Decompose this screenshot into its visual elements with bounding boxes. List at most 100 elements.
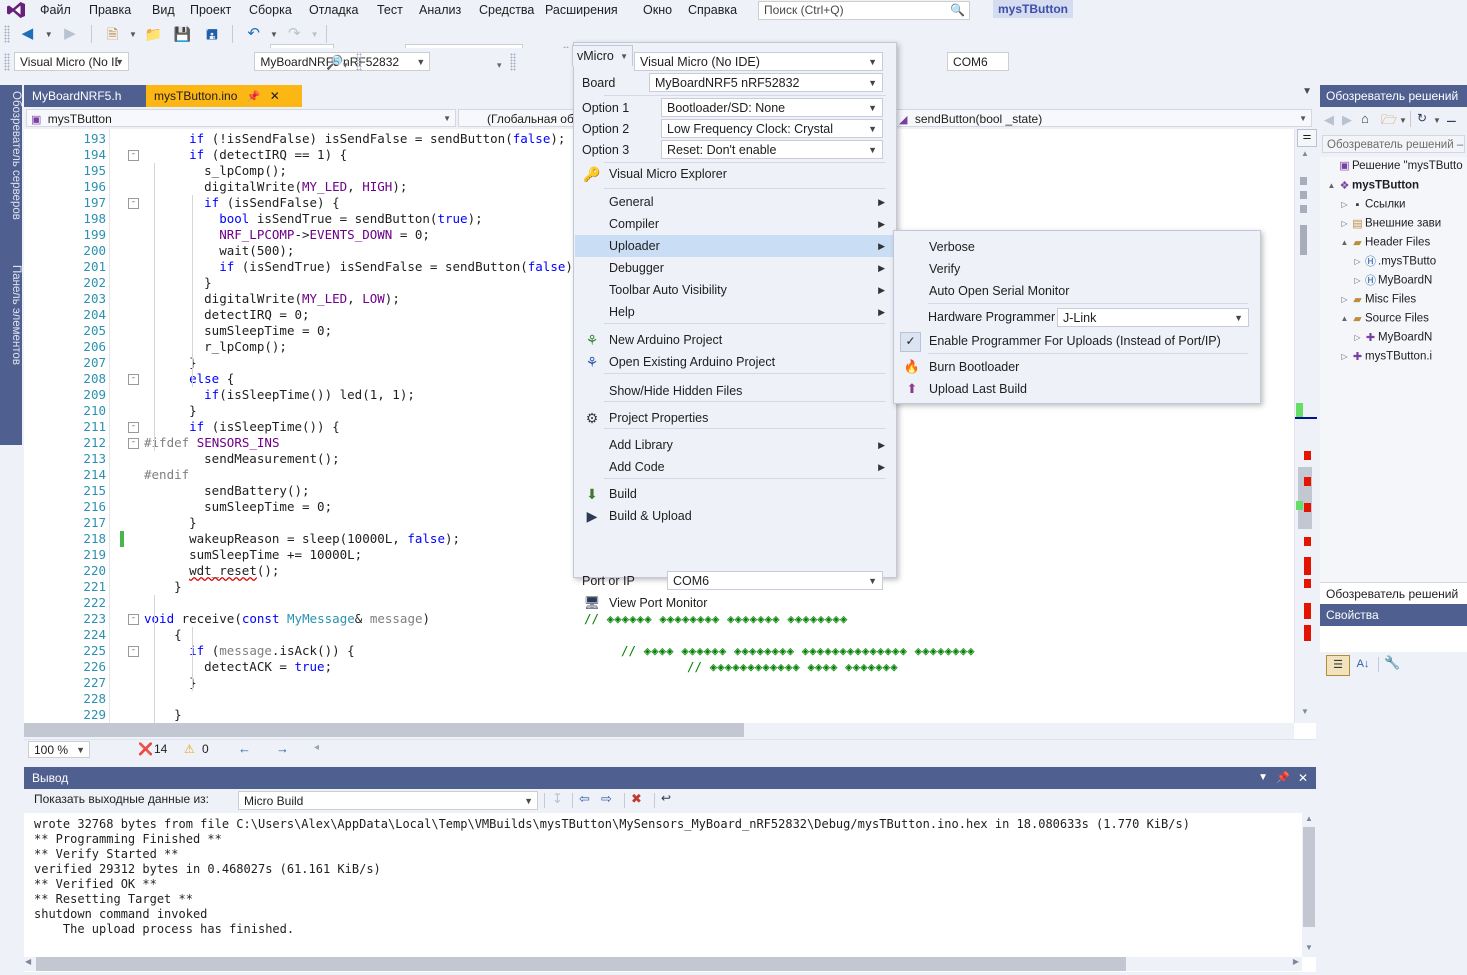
solution-tree-item[interactable]: ▣Решение "mysTButto [1326,157,1463,176]
nav-project-select[interactable]: ▣ mysTButton ▼ [26,109,456,127]
solution-tree-item[interactable]: ▷✚MyBoardN [1352,328,1432,347]
toggle-word-wrap-icon[interactable]: ↩ [661,791,671,805]
solution-explorer-tree[interactable]: ▣Решение "mysTButto▲❖mysTButton▷▪Ссылки▷… [1320,157,1467,582]
vmicro-row2-grip[interactable] [4,53,10,71]
tree-expander-icon[interactable]: ▲ [1339,309,1350,328]
pin-icon[interactable]: 📌 [1276,767,1290,789]
output-text[interactable]: wrote 32768 bytes from file C:\Users\Ale… [24,813,1302,957]
output-horizontal-scrollbar[interactable]: ◀ ▶ [24,957,1302,971]
undo-dropdown-icon[interactable]: ▼ [270,30,278,39]
show-all-files-icon[interactable]: 🗁 [1381,111,1397,133]
hscroll-thumb[interactable] [24,723,744,737]
tree-expander-icon[interactable]: ▷ [1352,252,1363,271]
out-scroll-thumb[interactable] [1303,827,1315,927]
nav-forward-icon[interactable]: → [276,741,289,756]
navigate-back-dropdown-icon[interactable]: ▼ [45,30,53,39]
menu-view[interactable]: Вид [146,0,181,20]
ide-select[interactable]: Visual Micro (No IDE) ▼ [14,52,129,71]
solution-tree-item[interactable]: ▷▪Ссылки [1339,195,1406,214]
pin-icon[interactable]: 📌 [247,91,261,103]
scroll-down-arrow-icon[interactable]: ▼ [1301,707,1309,716]
menu-file[interactable]: Файл [34,0,77,20]
next-message-icon[interactable]: ⇨ [601,791,612,807]
menu-tools[interactable]: Средства [473,0,540,20]
refresh-icon[interactable]: ↻ [1417,111,1427,125]
menu-item-add-library[interactable]: Add Library▶ [575,434,895,456]
code-fold-toggle[interactable]: - [128,438,139,449]
open-file-icon[interactable]: 📁 [140,23,166,45]
menu-item-build[interactable]: ⬇Build [575,483,895,505]
toolbar-grip[interactable] [4,25,10,43]
navigate-back-icon[interactable]: ◀ [13,23,41,45]
solution-explorer-bottom-tab[interactable]: Обозреватель решений [1320,582,1467,604]
quick-search-input[interactable]: Поиск (Ctrl+Q) 🔍 [758,1,970,20]
close-icon[interactable]: ✕ [270,89,280,103]
menu-view-port-monitor[interactable]: 🖥 View Port Monitor [575,592,895,614]
menu-item-uploader[interactable]: Uploader▶ [575,235,895,257]
menu-analyze[interactable]: Анализ [413,0,467,20]
solution-tree-item[interactable]: ▷ⒽMyBoardN [1352,271,1432,290]
nav-back-icon[interactable]: ← [238,741,251,756]
menu-item-general[interactable]: General▶ [575,191,895,213]
menu-build[interactable]: Сборка [243,0,298,20]
nav-member-select[interactable]: ◢ sendButton(bool _state) ▼ [894,109,1312,127]
code-fold-toggle[interactable]: - [128,374,139,385]
split-view-icon[interactable]: ⚌ [1297,129,1317,147]
hw-programmer-select[interactable]: J-Link ▼ [1057,308,1249,327]
submenu-burn-bootloader[interactable]: 🔥 Burn Bootloader [895,356,1259,378]
menu-extensions[interactable]: Расширения [539,0,624,20]
output-window-menu-icon[interactable]: ▼ [1258,767,1268,789]
code-fold-toggle[interactable]: - [128,150,139,161]
menu-item-new-arduino-project[interactable]: ⚘New Arduino Project [575,329,895,351]
board-search-icon[interactable]: 🔎 [326,54,343,71]
vmicro-menu-button[interactable]: vMicro ▼ [572,45,633,66]
output-vertical-scrollbar[interactable]: ▲ ▼ [1302,813,1316,957]
alphabetical-sort-icon[interactable]: A↓ [1352,655,1374,674]
port-toolbar-grip[interactable] [510,53,516,71]
menu-test[interactable]: Тест [371,0,409,20]
code-fold-toggle[interactable]: - [128,198,139,209]
menu-project[interactable]: Проект [184,0,237,20]
solution-tree-item[interactable]: ▲▰Source Files [1339,309,1429,328]
clear-all-icon[interactable]: ✖ [631,791,642,807]
solution-tree-item[interactable]: ▷Ⓗ.mysTButto [1352,252,1436,271]
tab-myboardnrf5-h[interactable]: MyBoardNRF5.h [24,85,162,107]
debug-toolbar-grip[interactable] [356,53,362,71]
scroll-up-arrow-icon[interactable]: ▲ [1301,149,1309,158]
menu-item-open-existing-arduino-project[interactable]: ⚘Open Existing Arduino Project [575,351,895,373]
menu-port-select[interactable]: COM6 ▼ [667,571,883,590]
out-hscroll-right-icon[interactable]: ▶ [1293,957,1299,966]
solution-tree-item[interactable]: ▲▰Header Files [1339,233,1430,252]
menu-item-toolbar-auto-visibility[interactable]: Toolbar Auto Visibility▶ [575,279,895,301]
home-icon[interactable]: ⌂ [1361,111,1369,126]
menu-option3-select[interactable]: Reset: Don't enable ▼ [661,140,883,159]
submenu-upload-last-build[interactable]: ⬆ Upload Last Build [895,378,1259,400]
save-all-icon[interactable]: 🖪 [199,23,225,45]
code-fold-toggle[interactable]: - [128,422,139,433]
code-fold-toggle[interactable]: - [128,646,139,657]
menu-item-add-code[interactable]: Add Code▶ [575,456,895,478]
close-icon[interactable]: ✕ [1298,767,1308,789]
menu-debug[interactable]: Отладка [303,0,364,20]
output-source-select[interactable]: Micro Build ▼ [238,791,538,810]
warning-count[interactable]: 0 [202,742,209,756]
menu-item-debugger[interactable]: Debugger▶ [575,257,895,279]
editor-horizontal-scrollbar[interactable] [24,723,1294,739]
tab-list-dropdown-icon[interactable]: ▼ [1302,86,1312,97]
menu-window[interactable]: Окно [637,0,678,20]
submenu-verbose[interactable]: Verbose [895,236,1259,258]
new-project-icon[interactable]: 🗎 [100,23,126,45]
port-select[interactable]: COM6 [947,52,1009,71]
tree-expander-icon[interactable]: ▷ [1339,214,1350,233]
out-scroll-up-icon[interactable]: ▲ [1305,814,1313,823]
menu-item-build-upload[interactable]: ▶Build & Upload [575,505,895,527]
editor-vertical-scrollbar[interactable]: ⚌ ▲ ▼ [1294,129,1317,723]
menu-edit[interactable]: Правка [83,0,137,20]
menu-item-help[interactable]: Help▶ [575,301,895,323]
menu-option1-select[interactable]: Bootloader/SD: None ▼ [661,98,883,117]
out-hscroll-thumb[interactable] [36,957,1126,971]
tree-expander-icon[interactable]: ▷ [1352,328,1363,347]
submenu-auto-open-serial-monitor[interactable]: Auto Open Serial Monitor [895,280,1259,302]
menu-item-show-hide-hidden-files[interactable]: Show/Hide Hidden Files [575,380,895,402]
submenu-enable-programmer-for-uploads[interactable]: ✓ Enable Programmer For Uploads (Instead… [895,330,1259,352]
